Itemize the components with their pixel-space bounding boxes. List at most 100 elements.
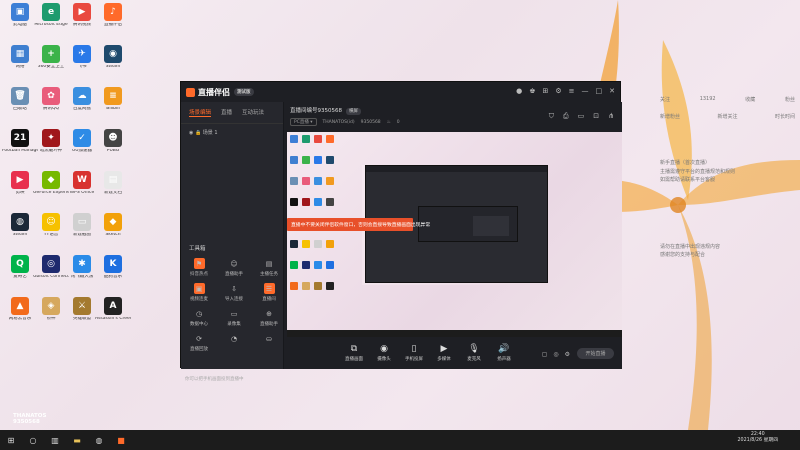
bottom-tool[interactable]: ▶ 多媒体 xyxy=(429,344,459,362)
tool-label: 数据中心 xyxy=(190,322,208,327)
warning-banner: 直播中不要关闭伴侣软件窗口，否则会直接导致直播画面出现异常 xyxy=(287,218,430,231)
avatar[interactable]: ● xyxy=(516,87,522,95)
eye-icon[interactable]: ◉ xyxy=(189,130,193,136)
desktop-icon-label: 爱奇艺 xyxy=(13,275,27,279)
panel-text: 请勿在直播中出现违规内容 xyxy=(660,243,721,250)
lock-icon[interactable]: 🔒 xyxy=(195,130,201,136)
tool-item[interactable]: ▭ 录像集 xyxy=(219,308,249,334)
bottom-tool[interactable]: 🎙 麦克风 xyxy=(459,344,489,362)
desktop-icon[interactable]: A Assassin's Creed xyxy=(95,297,131,333)
gear-small-icon[interactable]: ⚙ xyxy=(565,351,570,358)
desktop-icon[interactable]: ▤ 新建文档 xyxy=(95,171,131,207)
bottom-tool[interactable]: ▯ 手机投屏 xyxy=(399,344,429,362)
minimize-icon[interactable]: — xyxy=(582,87,589,95)
phone-tip[interactable]: 你可以把手机画面投到直播中 xyxy=(185,376,244,382)
desktop-icon[interactable]: ≡ Bilibili xyxy=(95,87,131,123)
tool-item[interactable]: ⇩ 导入连接 xyxy=(219,283,249,309)
room-badge[interactable]: 横屏 xyxy=(346,108,361,115)
preview-pubg-icon xyxy=(326,198,334,206)
bottom-tool[interactable]: 🔊 扬声器 xyxy=(489,344,519,362)
preview-football-icon xyxy=(290,198,298,206)
tool-item[interactable]: ⛀ xyxy=(254,333,284,359)
desktop-icon-label: 新建文档 xyxy=(104,191,122,195)
gift-icon[interactable]: ⊞ xyxy=(542,87,548,95)
football-icon: 21 xyxy=(11,129,29,147)
ubisoft-icon: ◎ xyxy=(42,255,60,273)
overlay-username: THANATOS 9350568 xyxy=(13,413,46,425)
preview-computer-icon xyxy=(290,135,298,143)
tool-item[interactable]: ◔ xyxy=(219,333,249,359)
bottom-tool[interactable]: ◉ 摄像头 xyxy=(369,344,399,362)
desktop-icon[interactable]: ☻ PUBG xyxy=(95,129,131,165)
start-live-button[interactable]: 开始直播 xyxy=(577,348,614,359)
live-companion-taskbar-icon[interactable]: ■ xyxy=(113,432,129,448)
live-type-select[interactable]: PC直播 ▾ xyxy=(290,118,317,126)
camera-small-icon[interactable]: ▢ xyxy=(542,351,548,358)
desktop-icon-label: 百度网盘 xyxy=(73,107,91,111)
live-companion-icon: ♪ xyxy=(104,3,122,21)
record-icon: ▭ xyxy=(230,309,238,318)
recycle-bin-icon: 🗑 xyxy=(11,87,29,105)
tool-item[interactable]: ⟳ 直播回放 xyxy=(184,333,214,359)
title-bar[interactable]: 直播伴侣 测试版 ● ♚ ⊞ ⚙ ≡ — □ ✕ xyxy=(181,82,620,102)
maximize-icon[interactable]: □ xyxy=(596,87,603,95)
desktop-icon-label: Assassin's Creed xyxy=(95,317,131,321)
assassin-icon: A xyxy=(104,297,122,315)
desktop-icon[interactable]: K 酷狗音乐 xyxy=(95,255,131,291)
genshin-icon: ◈ xyxy=(42,297,60,315)
menu-icon[interactable]: ≡ xyxy=(569,87,575,95)
eye-small-icon[interactable]: ◎ xyxy=(553,351,558,358)
desktop-icon-label: YY语音 xyxy=(43,233,59,237)
explorer-icon[interactable]: ▬ xyxy=(69,432,85,448)
more-share-icon[interactable]: ⋔ xyxy=(608,112,614,121)
desktop-icon-label: 回收站 xyxy=(13,107,27,111)
tool-item[interactable]: ▣ 视频连麦 xyxy=(184,283,214,309)
steam-taskbar-icon[interactable]: ◍ xyxy=(91,432,107,448)
preview-game-icon xyxy=(302,198,310,206)
settings-icon[interactable]: ⚙ xyxy=(555,87,561,95)
tab-interact[interactable]: 互动玩法 xyxy=(242,108,264,117)
camera-icon: ◉ xyxy=(380,344,388,354)
bottom-tool[interactable]: ⧉ 直播画面 xyxy=(339,344,369,362)
bottom-tool-label: 多媒体 xyxy=(437,357,451,362)
desktop-icon[interactable]: ♪ 直播伴侣 xyxy=(95,3,131,39)
start-icon[interactable]: ⊞ xyxy=(3,432,19,448)
close-icon[interactable]: ✕ xyxy=(609,87,615,95)
tool-item[interactable]: ▤ 主播任务 xyxy=(254,258,284,284)
tool-item[interactable]: ⊕ 直播助手 xyxy=(254,308,284,334)
search-icon[interactable]: ○ xyxy=(25,432,41,448)
screen-icon[interactable]: ▭ xyxy=(578,112,585,121)
desktop-icon-label: 原神 xyxy=(46,317,56,321)
share-icon[interactable]: ⎙ xyxy=(563,112,569,121)
stat-favorite: 收藏 xyxy=(745,97,756,103)
version-badge[interactable]: 测试版 xyxy=(234,88,254,96)
lock-room-icon[interactable]: ⊡ xyxy=(593,112,599,121)
edge-icon: e xyxy=(42,3,60,21)
tool-item[interactable]: ◷ 数据中心 xyxy=(184,308,214,334)
screen-capture-icon: ⧉ xyxy=(350,344,358,354)
tool-label: 视频连麦 xyxy=(190,297,208,302)
tab-scene[interactable]: 场景编辑 xyxy=(189,108,212,117)
preview-shield-app-icon xyxy=(314,198,322,206)
clock[interactable]: 22:40 2021/8/26 星期四 xyxy=(737,432,778,444)
stat-count: 13192 xyxy=(699,96,716,102)
tool-item[interactable]: ⚑ 抖音热点 xyxy=(184,258,214,284)
desktop-icon[interactable]: ◉ Steam xyxy=(95,45,131,81)
desktop-icon[interactable]: ◆ Sketch xyxy=(95,213,131,249)
tools-title: 工具箱 xyxy=(189,246,206,252)
desktop-icon-label: 网易云音乐 xyxy=(8,317,32,321)
task-view-icon[interactable]: ▥ xyxy=(47,432,63,448)
live-preview[interactable]: 直播中不要关闭伴侣软件窗口，否则会直接导致直播画面出现异常 xyxy=(287,132,622,337)
tab-live[interactable]: 直播 xyxy=(221,108,232,117)
shirt-icon[interactable]: ♚ xyxy=(529,87,535,95)
game-icon: ✦ xyxy=(42,129,60,147)
live-companion-window[interactable]: 直播伴侣 测试版 ● ♚ ⊞ ⚙ ≡ — □ ✕ 场景编辑 直播 互动玩法 ◉ … xyxy=(180,81,622,382)
label-new-fans: 新增粉丝 xyxy=(660,114,681,120)
bag-icon[interactable]: ⛉ xyxy=(549,112,554,121)
scene-item[interactable]: ◉ 🔒 场景 1 xyxy=(181,124,283,141)
tool-label: 主播任务 xyxy=(260,272,278,277)
tool-item[interactable]: ☺ 直播助手 xyxy=(219,258,249,284)
yy-icon: ☺ xyxy=(42,213,60,231)
desktop-icon-label: 腾讯QQ xyxy=(42,107,60,111)
tool-item[interactable]: ☰ 直播间 xyxy=(254,283,284,309)
